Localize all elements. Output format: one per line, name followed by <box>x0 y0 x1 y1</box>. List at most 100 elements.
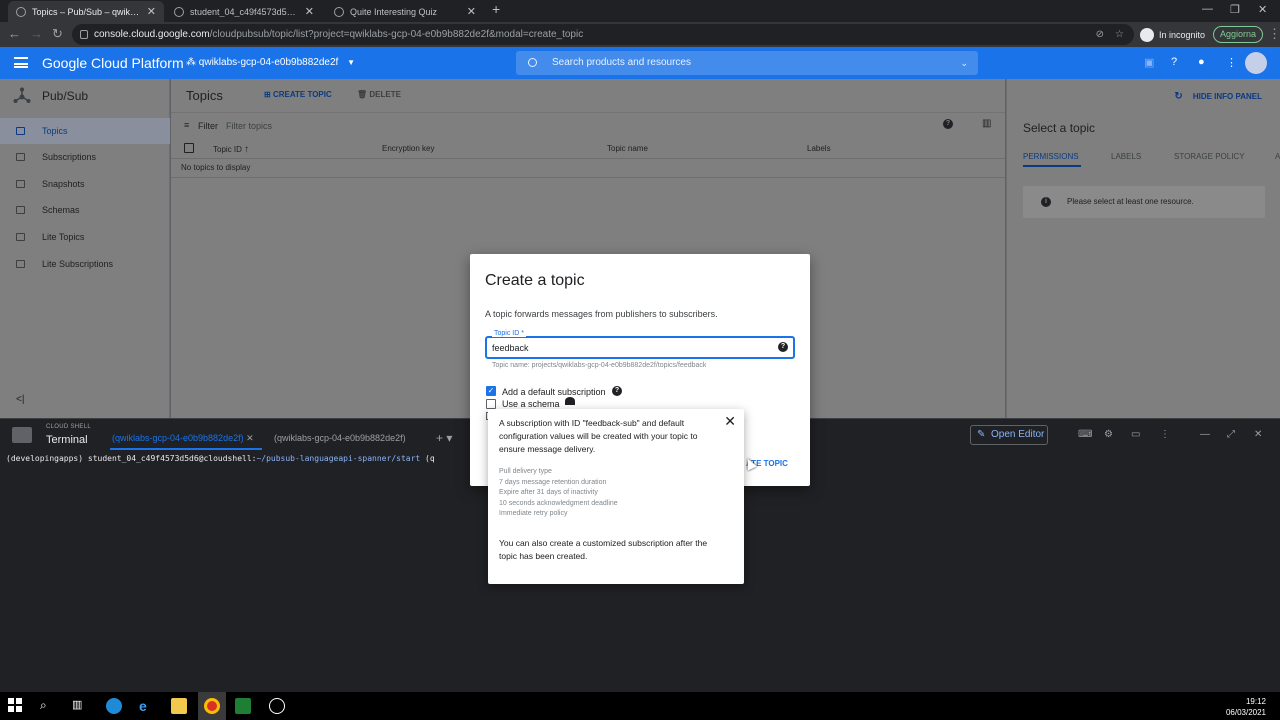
close-tab-icon[interactable]: ✕ <box>467 5 476 18</box>
close-tab-icon[interactable]: ✕ <box>305 5 314 18</box>
browser-tab[interactable]: Quite Interesting Quiz ✕ <box>326 1 484 22</box>
shell-tab[interactable]: (qwiklabs-gcp-04-e0b9b882de2f) <box>274 433 406 443</box>
info-panel: ↻ HIDE INFO PANEL Select a topic PERMISSI… <box>1006 79 1280 418</box>
ie-icon[interactable]: e <box>139 698 155 714</box>
columns-icon[interactable]: ▥ <box>982 118 991 129</box>
help-icon[interactable]: ? <box>943 119 953 129</box>
task-view-icon[interactable]: ▥ <box>72 698 88 714</box>
subscription-defaults-list: Pull delivery type 7 days message retent… <box>499 467 618 520</box>
address-bar: ← → ↻ console.cloud.google.com/cloudpubs… <box>0 22 1280 47</box>
dialog-title: Create a topic <box>485 272 585 289</box>
close-icon[interactable]: ✕ <box>1254 429 1262 440</box>
minimize-icon[interactable]: — <box>1202 3 1213 15</box>
more-icon[interactable]: ⋮ <box>1160 429 1170 440</box>
default-subscription-help-popover: ✕ A subscription with ID "feedback-sub" … <box>488 409 744 584</box>
column-header-topic-name[interactable]: Topic name <box>607 144 648 153</box>
shell-tab-active[interactable]: (qwiklabs-gcp-04-e0b9b882de2f) ✕ <box>112 433 254 444</box>
trash-icon: 🗑︎ <box>357 90 370 99</box>
select-all-checkbox[interactable] <box>184 143 194 153</box>
divider <box>171 158 1005 159</box>
sidebar: Pub/Sub Topics Subscriptions Snapshots S… <box>0 79 170 418</box>
filter-input[interactable]: Filter topics <box>226 121 272 131</box>
minimize-icon[interactable]: — <box>1200 429 1210 440</box>
gear-icon[interactable]: ⚙ <box>1104 429 1113 440</box>
project-selector[interactable]: ⁂ qwiklabs-gcp-04-e0b9b882de2f ▼ <box>186 57 355 68</box>
delete-button[interactable]: 🗑︎ DELETE <box>357 90 401 99</box>
windows-start-icon[interactable] <box>8 698 24 714</box>
sidebar-item-schemas[interactable]: Schemas <box>0 197 170 223</box>
lock-icon <box>80 30 88 39</box>
sidebar-item-lite-subscriptions[interactable]: Lite Subscriptions <box>0 251 170 277</box>
app-icon[interactable] <box>269 698 285 714</box>
close-icon[interactable]: ✕ <box>724 413 736 430</box>
more-icon[interactable]: ⋮ <box>1226 56 1237 69</box>
close-icon[interactable]: ✕ <box>246 433 254 443</box>
search-input[interactable]: Search products and resources ⌄ <box>516 51 978 75</box>
forward-icon[interactable]: → <box>30 26 43 41</box>
list-item: Immediate retry policy <box>499 510 568 517</box>
browser-tab[interactable]: Topics – Pub/Sub – qwiklabs-gcp- ✕ <box>8 1 164 22</box>
url-field[interactable]: console.cloud.google.com/cloudpubsub/top… <box>72 24 1134 45</box>
hide-info-panel-button[interactable]: ↻ HIDE INFO PANEL <box>1174 91 1262 102</box>
search-icon[interactable]: ⌕ <box>40 698 56 714</box>
terminal-prompt: (developingapps) student_04_c49f4573d5d6… <box>6 454 435 463</box>
menu-icon[interactable] <box>14 57 28 68</box>
eye-off-icon[interactable]: ⊘ <box>1096 24 1104 45</box>
help-icon[interactable]: ? <box>1171 56 1177 68</box>
close-tab-icon[interactable]: ✕ <box>147 5 156 18</box>
chevron-down-icon: ▼ <box>347 58 356 67</box>
project-icon: ⁂ <box>186 57 199 68</box>
column-header-labels[interactable]: Labels <box>807 144 831 153</box>
avatar[interactable] <box>1245 52 1267 74</box>
sidebar-item-lite-topics[interactable]: Lite Topics <box>0 224 170 250</box>
help-icon[interactable]: ? <box>612 386 622 396</box>
use-schema-checkbox[interactable] <box>486 399 496 409</box>
tab-labels[interactable]: LABELS <box>1111 152 1141 161</box>
folder-icon[interactable] <box>171 698 187 714</box>
topic-id-input[interactable]: Topic ID * feedback ? <box>485 330 795 359</box>
excel-icon[interactable] <box>235 698 251 714</box>
new-tab-icon[interactable]: + <box>492 1 500 17</box>
sidebar-item-subscriptions[interactable]: Subscriptions <box>0 144 170 170</box>
info-icon: i <box>1041 197 1051 207</box>
keyboard-icon[interactable]: ⌨ <box>1078 429 1092 440</box>
chrome-icon[interactable] <box>204 698 220 714</box>
default-subscription-checkbox[interactable]: ✓ <box>486 386 496 396</box>
window-close-icon[interactable]: ✕ <box>1258 3 1267 16</box>
open-editor-button[interactable]: ✎ Open Editor <box>970 425 1048 445</box>
restore-icon[interactable]: ❐ <box>1230 3 1240 16</box>
edge-icon[interactable] <box>106 698 122 714</box>
column-header-topic-id[interactable]: Topic ID ↑ <box>213 144 249 155</box>
sidebar-item-topics[interactable]: Topics <box>0 118 170 144</box>
update-button[interactable]: Aggiorna <box>1213 26 1263 43</box>
create-topic-button[interactable]: ⊞ CREATE TOPIC <box>264 90 332 99</box>
collapse-sidebar-icon[interactable]: <| <box>16 394 24 405</box>
preview-icon[interactable]: ▭ <box>1131 429 1140 440</box>
browser-tab[interactable]: student_04_c49f4573d5d6 — The ✕ <box>166 1 322 22</box>
cloud-shell-icon[interactable]: ▣ <box>1144 56 1154 69</box>
system-clock[interactable]: 19:12 06/03/2021 <box>1226 696 1266 718</box>
add-tab-icon[interactable]: + ▾ <box>436 431 452 445</box>
star-icon[interactable]: ☆ <box>1115 24 1124 45</box>
sidebar-item-snapshots[interactable]: Snapshots <box>0 171 170 197</box>
back-icon[interactable]: ← <box>8 26 21 41</box>
chevron-down-icon[interactable]: ⌄ <box>960 51 968 75</box>
pubsub-logo-icon <box>13 87 31 103</box>
app-title[interactable]: Google Cloud Platform <box>42 55 184 71</box>
browser-menu-icon[interactable]: ⋮ <box>1268 26 1280 42</box>
sort-up-icon: ↑ <box>244 144 250 155</box>
list-icon <box>16 153 25 161</box>
bell-icon[interactable]: ● <box>1198 56 1205 68</box>
dialog-description: A topic forwards messages from publisher… <box>485 309 718 319</box>
help-icon[interactable]: ? <box>778 342 788 352</box>
pencil-icon: ✎ <box>977 429 986 440</box>
column-header-encryption-key[interactable]: Encryption key <box>382 144 434 153</box>
add-box-icon: ⊞ <box>264 90 273 99</box>
reload-icon[interactable]: ↻ <box>52 26 63 42</box>
tab-overflow[interactable]: A <box>1275 152 1280 161</box>
maximize-icon[interactable]: ⤢ <box>1227 429 1235 440</box>
tab-storage-policy[interactable]: STORAGE POLICY <box>1174 152 1245 161</box>
help-icon[interactable] <box>565 397 575 405</box>
tab-permissions[interactable]: PERMISSIONS <box>1023 152 1079 161</box>
globe-icon <box>174 6 184 17</box>
